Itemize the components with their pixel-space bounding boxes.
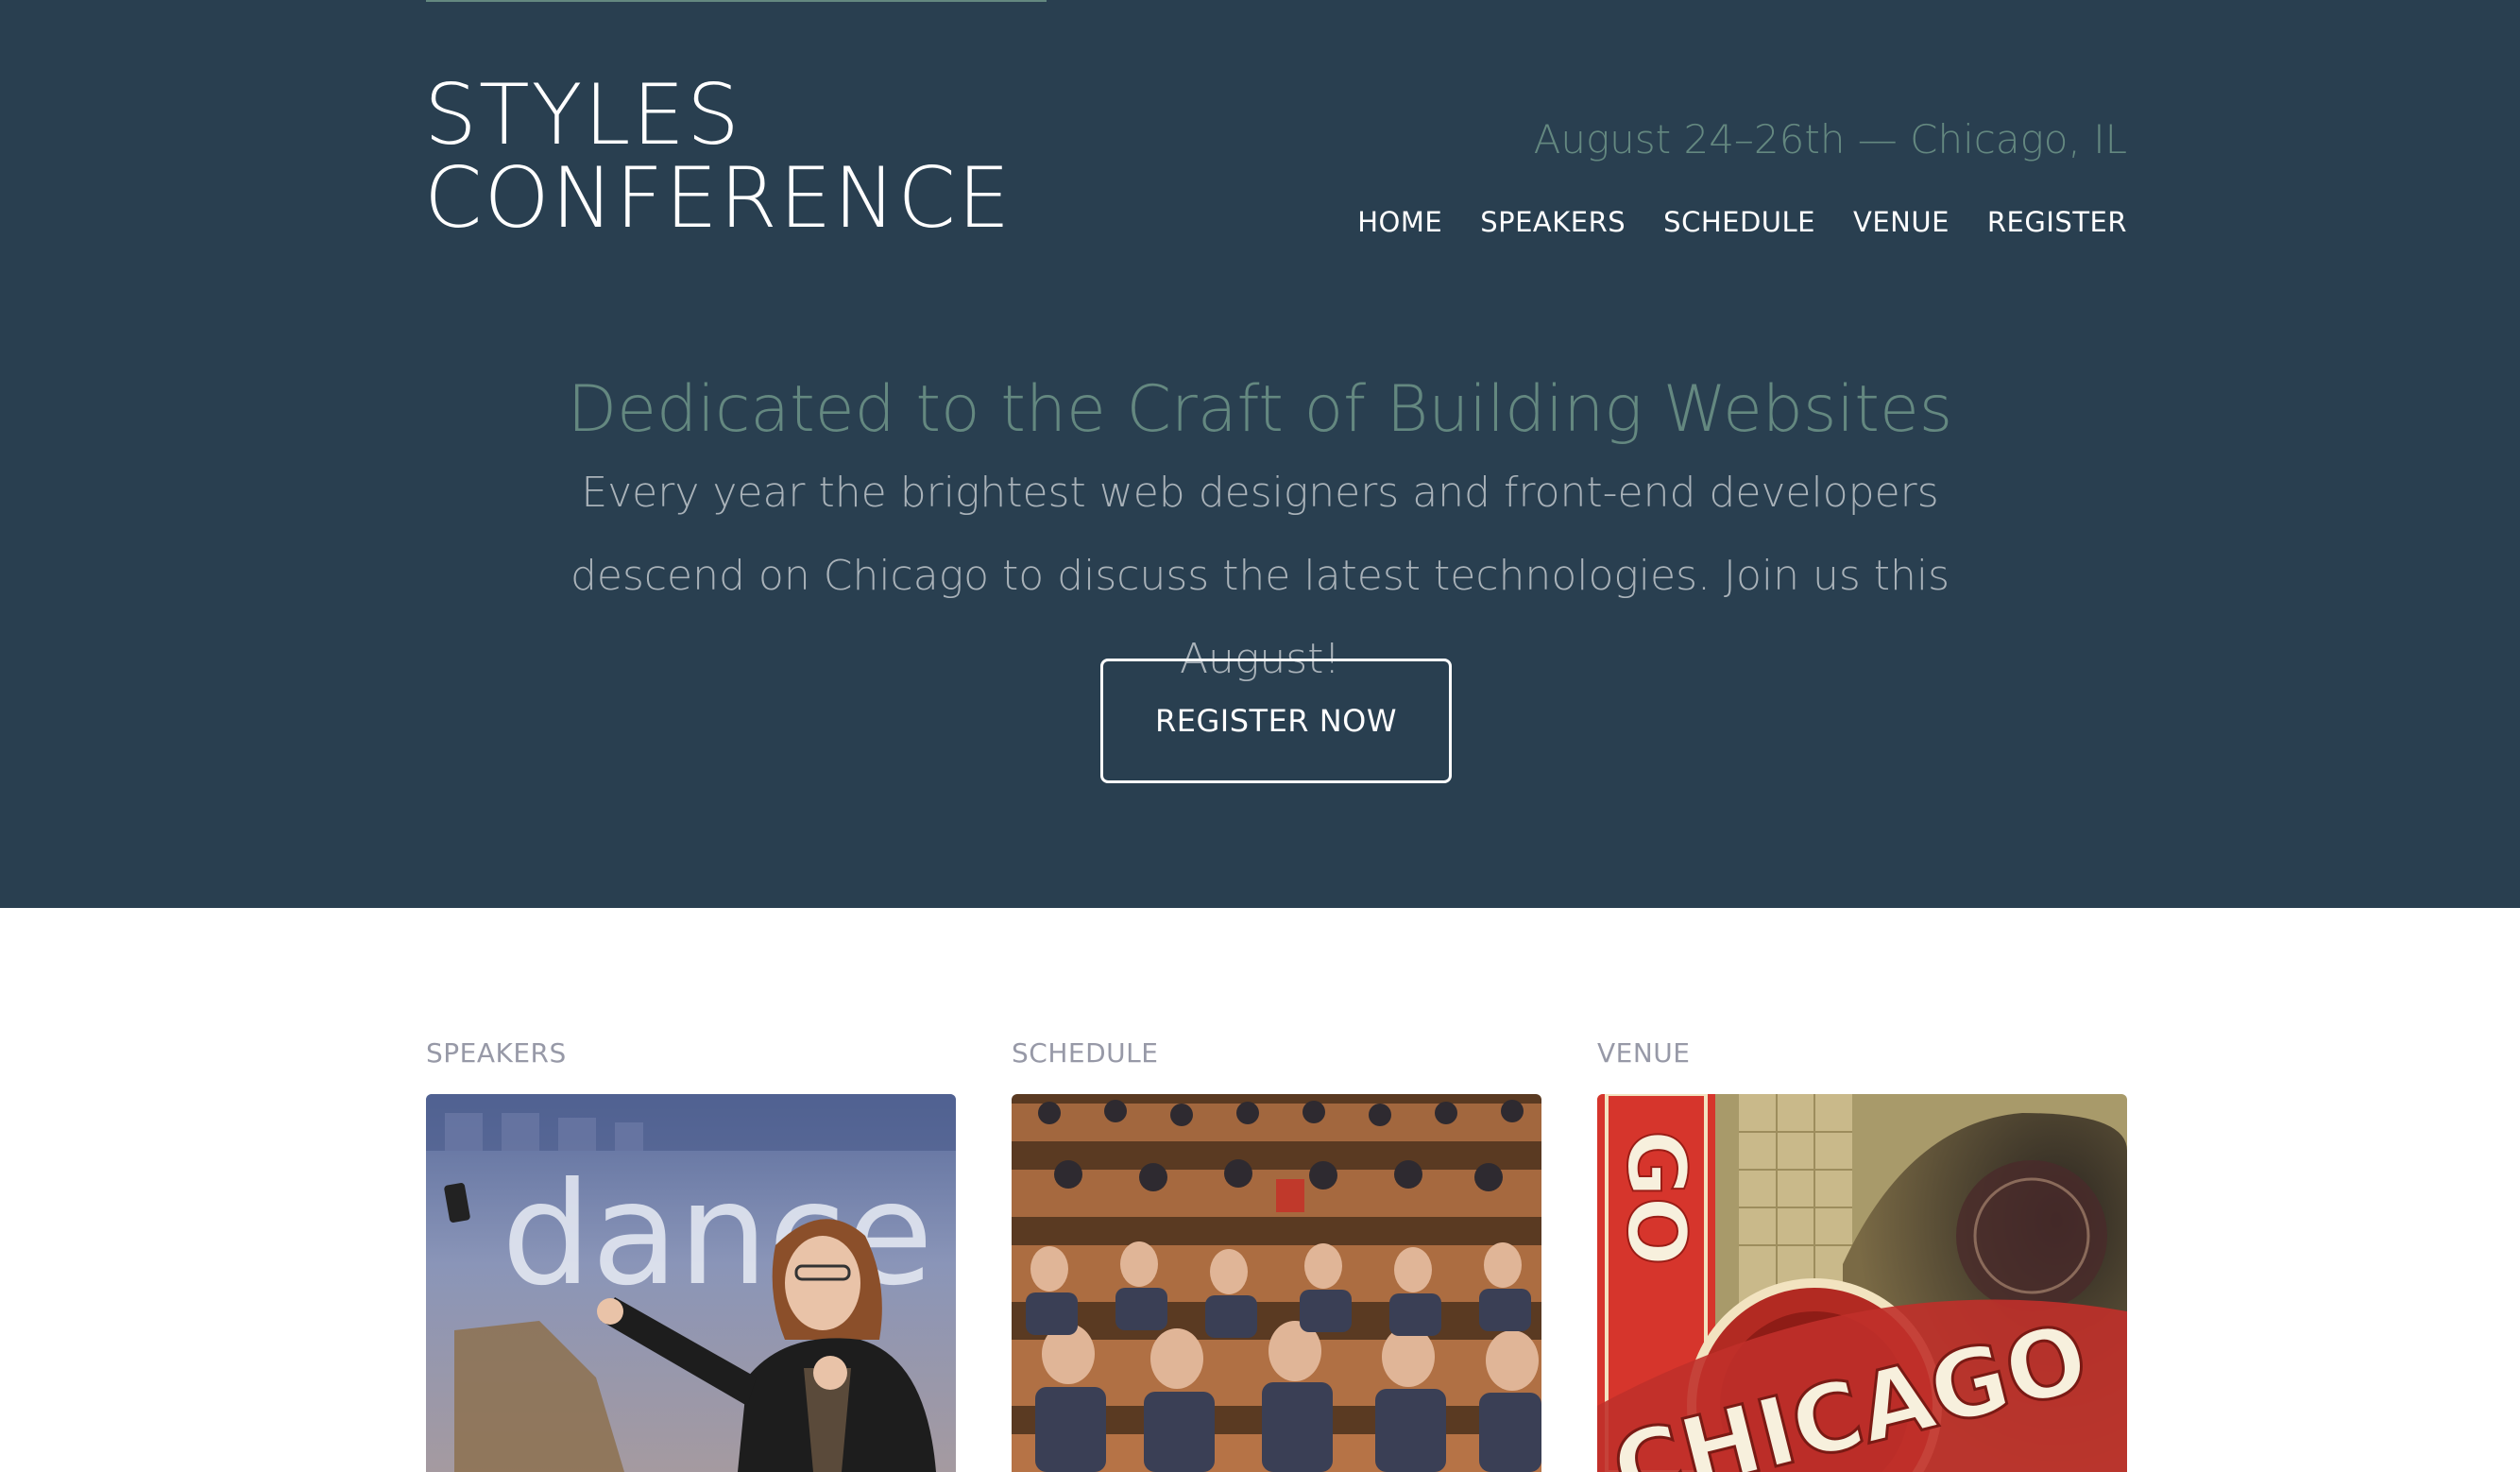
teaser-title-speakers[interactable]: SPEAKERS xyxy=(426,1030,956,1077)
teaser-title-schedule[interactable]: SCHEDULE xyxy=(1012,1030,1541,1077)
nav-venue[interactable]: VENUE xyxy=(1853,203,1950,241)
speaker-photo[interactable]: dance xyxy=(426,1094,956,1472)
nav-speakers[interactable]: SPEAKERS xyxy=(1480,203,1626,241)
chicago-theatre-sign-photo[interactable]: GO CHICAGO xyxy=(1597,1094,2127,1472)
logo-line-2: CONFERENCE xyxy=(424,149,1013,247)
register-now-button[interactable]: REGISTER NOW xyxy=(1100,659,1452,783)
primary-nav: HOME SPEAKERS SCHEDULE VENUE REGISTER xyxy=(1357,203,2127,241)
site-logo[interactable]: STYLES CONFERENCE xyxy=(424,74,1012,240)
hero-header: STYLES CONFERENCE August 24–26th — Chica… xyxy=(0,0,2520,908)
audience-photo[interactable] xyxy=(1012,1094,1541,1472)
teaser-venue: VENUE GO CHICAGO xyxy=(1597,1030,2127,1472)
event-dates: August 24–26th — Chicago, IL xyxy=(1533,116,2127,163)
teaser-schedule: SCHEDULE xyxy=(1012,1030,1541,1472)
teaser-title-venue[interactable]: VENUE xyxy=(1597,1030,2127,1077)
logo-line-1: STYLES xyxy=(424,66,741,163)
teaser-speakers: SPEAKERS dance xyxy=(426,1030,956,1472)
nav-register[interactable]: REGISTER xyxy=(1987,203,2127,241)
logo-accent-rule xyxy=(426,0,1047,2)
nav-schedule[interactable]: SCHEDULE xyxy=(1663,203,1815,241)
nav-home[interactable]: HOME xyxy=(1357,203,1442,241)
sign-letters-vertical: GO xyxy=(1609,1130,1703,1266)
hero-headline: Dedicated to the Craft of Building Websi… xyxy=(567,372,1953,447)
